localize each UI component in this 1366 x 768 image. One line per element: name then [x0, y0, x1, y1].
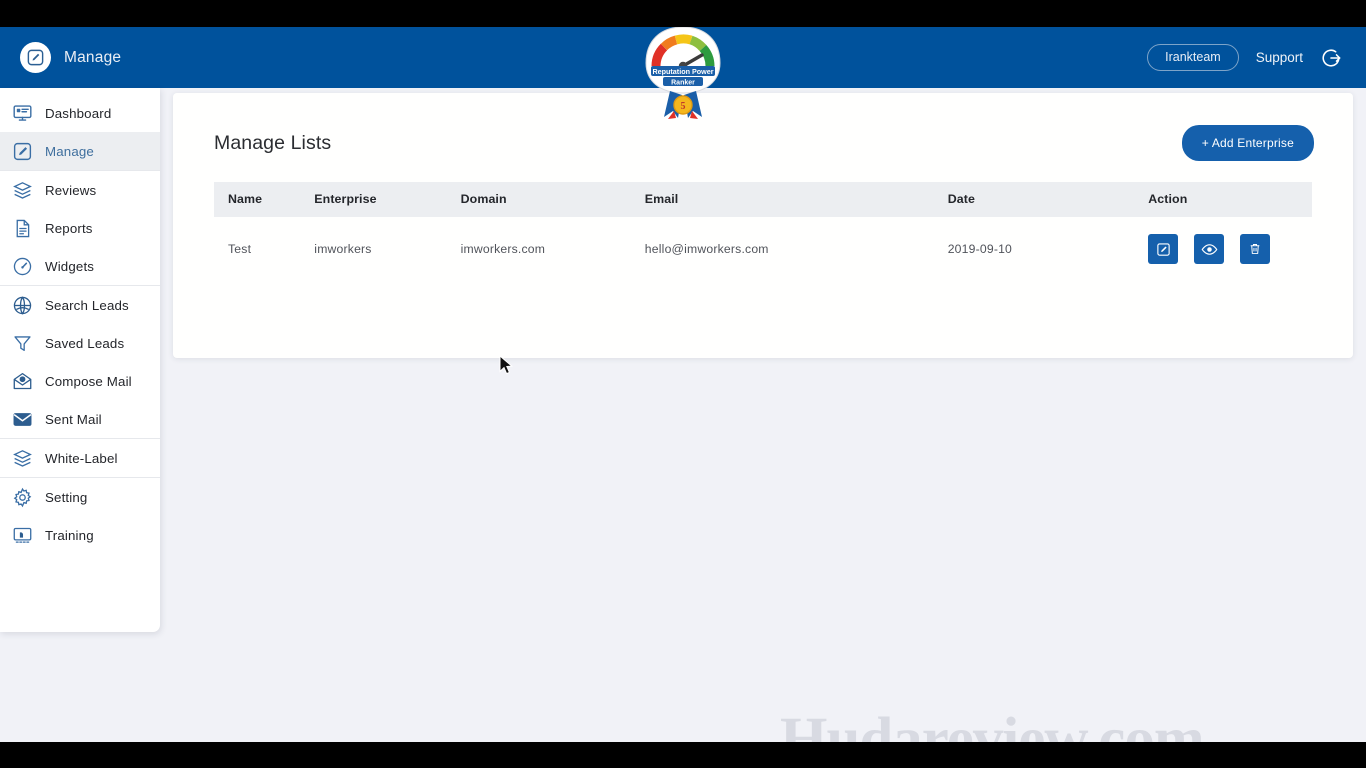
sidebar-navigation: Dashboard Manage Reviews Reports Widgets…	[0, 88, 160, 632]
sidebar-group-5: Setting Training	[0, 478, 160, 554]
delete-row-button[interactable]	[1240, 234, 1271, 264]
globe-search-icon	[12, 295, 33, 316]
sidebar-item-setting[interactable]: Setting	[0, 478, 160, 516]
sidebar-item-label: White-Label	[45, 450, 118, 466]
support-link[interactable]: Support	[1256, 50, 1303, 65]
sidebar-item-reviews[interactable]: Reviews	[0, 171, 160, 209]
cell-domain: imworkers.com	[460, 242, 546, 256]
column-header-action: Action	[1148, 192, 1188, 206]
sidebar-group-2: Reviews Reports Widgets	[0, 171, 160, 286]
open-envelope-icon	[12, 371, 33, 392]
pencil-square-icon	[12, 141, 33, 162]
cell-email: hello@imworkers.com	[644, 242, 769, 256]
letterbox-top-bar	[0, 0, 1366, 27]
table-header-row: Name Enterprise Domain Email Date Action	[214, 182, 1312, 217]
manage-lists-card: Manage Lists + Add Enterprise Name Enter…	[173, 93, 1353, 358]
sidebar-item-reports[interactable]: Reports	[0, 209, 160, 247]
monitor-icon	[12, 103, 33, 124]
sidebar-item-widgets[interactable]: Widgets	[0, 247, 160, 285]
manage-lists-table: Name Enterprise Domain Email Date Action…	[214, 182, 1312, 281]
row-action-buttons	[1148, 234, 1312, 264]
sidebar-item-label: Compose Mail	[45, 373, 132, 389]
column-header-email: Email	[644, 192, 679, 206]
logout-icon[interactable]	[1320, 47, 1342, 69]
funnel-icon	[12, 333, 33, 354]
sidebar-item-dashboard[interactable]: Dashboard	[0, 94, 160, 132]
sidebar-item-label: Sent Mail	[45, 411, 102, 427]
header-right-controls: Irankteam Support	[1147, 27, 1342, 88]
sidebar-item-sent-mail[interactable]: Sent Mail	[0, 400, 160, 438]
brand-title: Manage	[64, 48, 122, 66]
card-header: Manage Lists + Add Enterprise	[173, 93, 1353, 161]
layers-icon	[12, 448, 33, 469]
gear-icon	[12, 487, 33, 508]
delete-icon	[1248, 242, 1262, 256]
user-account-pill[interactable]: Irankteam	[1147, 44, 1239, 71]
page-title: Manage Lists	[214, 131, 332, 154]
reputation-power-ranker-logo: Reputation Power Ranker 5	[640, 27, 726, 121]
view-icon	[1201, 241, 1218, 258]
table-row: Test imworkers imworkers.com hello@imwor…	[214, 217, 1312, 281]
document-icon	[12, 218, 33, 239]
cell-date: 2019-09-10	[947, 242, 1013, 256]
cell-name: Test	[228, 242, 252, 256]
cell-actions	[1148, 217, 1312, 281]
column-header-domain: Domain	[460, 192, 507, 206]
svg-text:Ranker: Ranker	[671, 80, 695, 87]
svg-text:Reputation Power: Reputation Power	[652, 67, 713, 76]
view-row-button[interactable]	[1194, 234, 1225, 264]
sidebar-item-label: Dashboard	[45, 105, 112, 121]
sidebar-group-3: Search Leads Saved Leads Compose Mail Se…	[0, 286, 160, 439]
gauge-icon	[12, 256, 33, 277]
column-header-enterprise: Enterprise	[314, 192, 377, 206]
presentation-icon	[12, 525, 33, 546]
sidebar-item-search-leads[interactable]: Search Leads	[0, 286, 160, 324]
svg-text:5: 5	[681, 101, 686, 112]
brand-area[interactable]: Manage	[0, 42, 121, 73]
column-header-name: Name	[228, 192, 263, 206]
envelope-icon	[12, 409, 33, 430]
table-header: Name Enterprise Domain Email Date Action	[214, 182, 1312, 217]
sidebar-item-white-label[interactable]: White-Label	[0, 439, 160, 477]
layers-icon	[12, 180, 33, 201]
sidebar-item-label: Reports	[45, 220, 93, 236]
sidebar-item-label: Reviews	[45, 182, 97, 198]
sidebar-item-training[interactable]: Training	[0, 516, 160, 554]
sidebar-item-label: Saved Leads	[45, 335, 125, 351]
column-header-date: Date	[947, 192, 975, 206]
mouse-cursor	[499, 354, 514, 382]
sidebar-item-label: Training	[45, 527, 94, 543]
sidebar-item-label: Setting	[45, 489, 88, 505]
sidebar-item-label: Widgets	[45, 258, 95, 274]
sidebar-group-4: White-Label	[0, 439, 160, 478]
pencil-square-icon	[20, 42, 51, 73]
sidebar-item-label: Manage	[45, 143, 94, 159]
sidebar-item-saved-leads[interactable]: Saved Leads	[0, 324, 160, 362]
sidebar-item-manage[interactable]: Manage	[0, 132, 160, 170]
app-screen: Manage Irankteam Support Reputation Powe…	[0, 27, 1366, 742]
cell-enterprise: imworkers	[314, 242, 372, 256]
edit-row-button[interactable]	[1148, 234, 1179, 264]
table-body: Test imworkers imworkers.com hello@imwor…	[214, 217, 1312, 281]
letterbox-bottom-bar	[0, 742, 1366, 768]
sidebar-item-label: Search Leads	[45, 297, 129, 313]
add-enterprise-button[interactable]: + Add Enterprise	[1181, 125, 1314, 161]
edit-icon	[1156, 242, 1171, 257]
sidebar-group-1: Dashboard Manage	[0, 94, 160, 171]
sidebar-item-compose-mail[interactable]: Compose Mail	[0, 362, 160, 400]
watermark-text: Hudareview.com	[780, 706, 1205, 742]
